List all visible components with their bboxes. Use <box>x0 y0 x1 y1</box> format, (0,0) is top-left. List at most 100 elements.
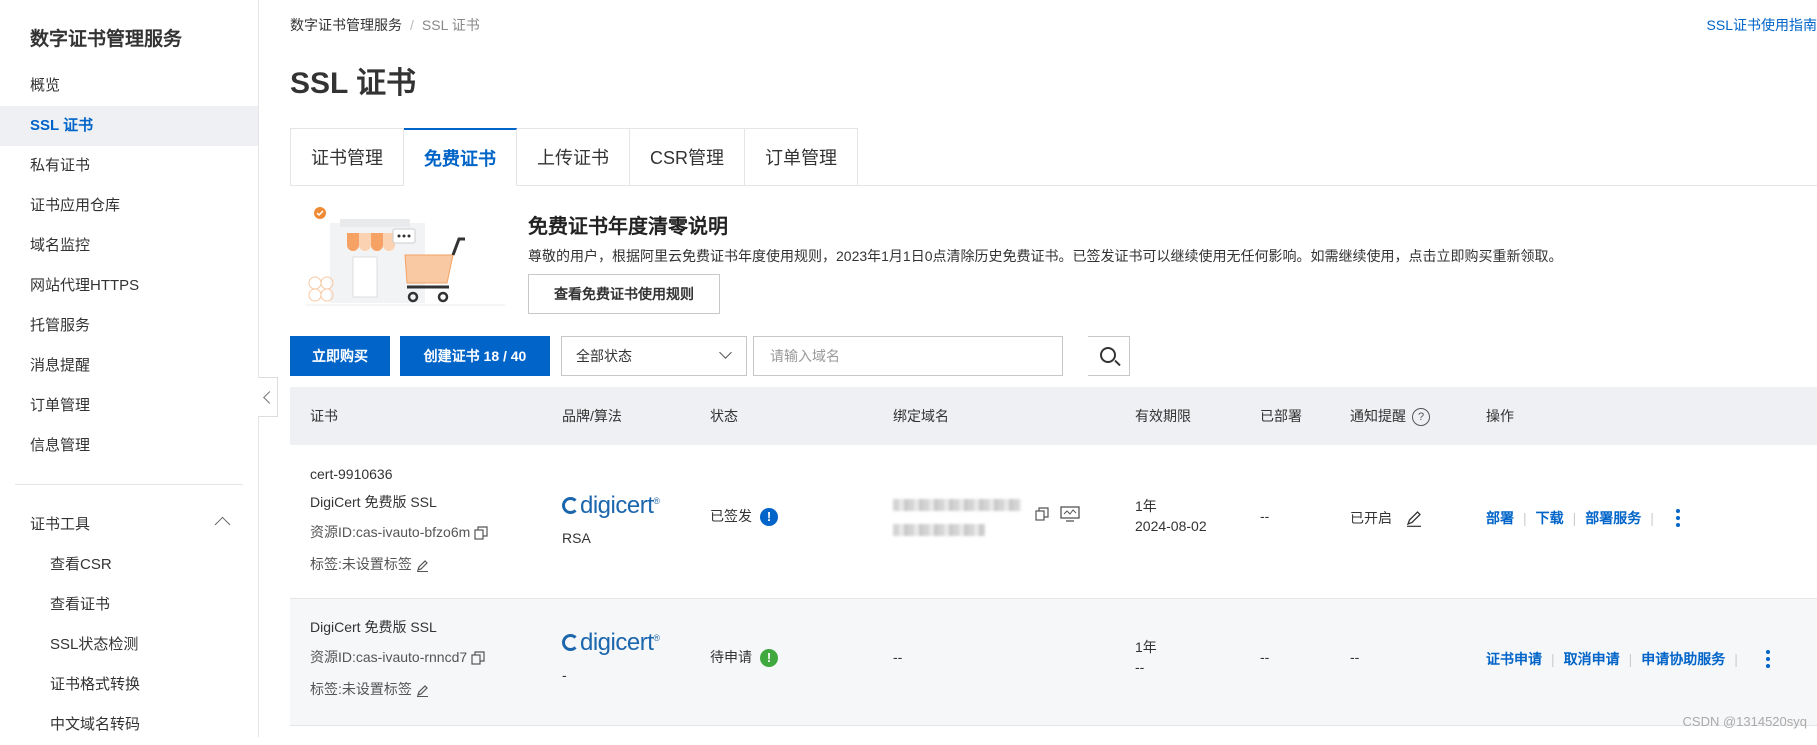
monitor-icon[interactable] <box>1060 506 1080 522</box>
info-icon[interactable]: ! <box>760 508 778 527</box>
edit-icon[interactable] <box>416 559 429 572</box>
edit-icon[interactable] <box>416 684 429 697</box>
download-link[interactable]: 下载 <box>1536 510 1564 526</box>
col-notify: 通知提醒? <box>1350 387 1430 445</box>
cert-product: DigiCert 免费版 SSL <box>310 494 437 510</box>
sidebar-group-label: 证书工具 <box>30 516 91 533</box>
ssl-guide-link[interactable]: SSL证书使用指南 <box>1707 15 1817 35</box>
shop-cart-illustration <box>305 207 505 306</box>
tab-cert-management[interactable]: 证书管理 <box>290 128 404 186</box>
notify-status: 已开启 <box>1350 510 1392 526</box>
sidebar-item-notifications[interactable]: 消息提醒 <box>0 346 258 386</box>
sidebar-item-overview[interactable]: 概览 <box>0 66 258 106</box>
tag-row[interactable]: 标签:未设置标签 <box>310 679 429 699</box>
table-row: DigiCert 免费版 SSL 资源ID:cas-ivauto-rnncd7 … <box>290 599 1817 726</box>
status-select[interactable]: 全部状态 <box>561 336 747 376</box>
validity-period: 1年 <box>1135 639 1157 655</box>
warning-icon[interactable]: ! <box>760 649 778 668</box>
deploy-service-link[interactable]: 部署服务 <box>1585 510 1641 526</box>
expiry-date: 2024-08-02 <box>1135 518 1207 534</box>
tab-order-management[interactable]: 订单管理 <box>745 128 859 186</box>
view-rules-button[interactable]: 查看免费证书使用规则 <box>528 274 720 314</box>
cert-product: DigiCert 免费版 SSL <box>310 619 437 635</box>
table-header: 证书 品牌/算法 状态 绑定域名 有效期限 已部署 通知提醒? 操作 <box>290 387 1817 445</box>
sidebar-collapse-button[interactable] <box>258 377 278 417</box>
sidebar-item-managed-service[interactable]: 托管服务 <box>0 306 258 346</box>
banner-text: 尊敬的用户，根据阿里云免费证书年度使用规则，2023年1月1日0点清除历史免费证… <box>528 248 1563 264</box>
col-deployed: 已部署 <box>1260 408 1302 424</box>
domain-search-input[interactable] <box>753 336 1063 376</box>
sidebar-title: 数字证书管理服务 <box>30 29 183 50</box>
expiry-date: -- <box>1135 659 1145 675</box>
deploy-link[interactable]: 部署 <box>1486 510 1514 526</box>
tab-csr-management[interactable]: CSR管理 <box>630 128 746 186</box>
apply-assist-link[interactable]: 申请协助服务 <box>1641 651 1725 667</box>
blurred-domain <box>893 524 985 536</box>
row-actions: 部署 | 下载 | 部署服务 | <box>1486 510 1654 526</box>
deployed-count: -- <box>1260 649 1270 665</box>
resource-id: 资源ID:cas-ivauto-rnncd7 <box>310 649 468 665</box>
brand-name: digicert <box>580 492 654 519</box>
resource-id: 资源ID:cas-ivauto-bfzo6m <box>310 524 471 540</box>
breadcrumb-separator: / <box>410 17 414 33</box>
sidebar-item-info[interactable]: 信息管理 <box>0 426 258 466</box>
sidebar-item-ssl-check[interactable]: SSL状态检测 <box>0 625 258 665</box>
validity-period: 1年 <box>1135 498 1157 514</box>
page-title: SSL 证书 <box>290 67 417 100</box>
blurred-domain <box>893 499 1021 511</box>
chevron-up-icon <box>214 516 231 533</box>
copy-icon[interactable] <box>1035 507 1049 521</box>
brand-logo: digicert® <box>562 629 660 657</box>
sidebar: 数字证书管理服务 概览 SSL 证书 私有证书 证书应用仓库 域名监控 网站代理… <box>0 0 259 737</box>
breadcrumb-current: SSL 证书 <box>421 17 480 33</box>
sidebar-item-orders[interactable]: 订单管理 <box>0 386 258 426</box>
bound-domain <box>893 498 1021 539</box>
sidebar-divider <box>15 484 243 485</box>
more-options-icon[interactable] <box>1766 650 1770 671</box>
tag-label: 标签:未设置标签 <box>310 681 412 697</box>
tab-upload-cert[interactable]: 上传证书 <box>517 128 630 186</box>
sidebar-item-ssl-cert[interactable]: SSL 证书 <box>0 106 258 146</box>
sidebar-item-proxy-https[interactable]: 网站代理HTTPS <box>0 266 258 306</box>
notify-status: -- <box>1350 649 1360 665</box>
cancel-apply-link[interactable]: 取消申请 <box>1564 651 1620 667</box>
sidebar-item-private-cert[interactable]: 私有证书 <box>0 146 258 186</box>
sidebar-item-idn-convert[interactable]: 中文域名转码 <box>0 705 258 745</box>
col-ops: 操作 <box>1486 408 1514 424</box>
sidebar-item-view-cert[interactable]: 查看证书 <box>0 585 258 625</box>
status-select-value: 全部状态 <box>576 348 632 364</box>
help-icon[interactable]: ? <box>1412 408 1430 427</box>
status-cell: 待申请! <box>710 647 778 668</box>
copy-icon[interactable] <box>471 651 485 665</box>
brand-logo: digicert® <box>562 492 660 520</box>
sidebar-item-format-convert[interactable]: 证书格式转换 <box>0 665 258 705</box>
apply-cert-link[interactable]: 证书申请 <box>1486 651 1542 667</box>
row-actions: 证书申请 | 取消申请 | 申请协助服务 | <box>1486 651 1738 667</box>
breadcrumb-root[interactable]: 数字证书管理服务 <box>290 17 402 33</box>
tab-free-cert[interactable]: 免费证书 <box>404 128 517 186</box>
bound-domain: -- <box>893 649 903 665</box>
col-status: 状态 <box>710 408 738 424</box>
tab-bar: 证书管理 免费证书 上传证书 CSR管理 订单管理 <box>290 128 859 186</box>
more-options-icon[interactable] <box>1676 509 1680 530</box>
tag-row[interactable]: 标签:未设置标签 <box>310 554 429 574</box>
status-text: 待申请 <box>710 649 752 665</box>
col-validity: 有效期限 <box>1135 408 1191 424</box>
create-cert-button[interactable]: 创建证书 18 / 40 <box>400 336 550 376</box>
resource-id-row: 资源ID:cas-ivauto-rnncd7 <box>310 647 485 667</box>
watermark: CSDN @1314520syq <box>1682 714 1807 729</box>
resource-id-row: 资源ID:cas-ivauto-bfzo6m <box>310 522 488 542</box>
table-row: cert-9910636 DigiCert 免费版 SSL 资源ID:cas-i… <box>290 446 1817 599</box>
search-button[interactable] <box>1088 336 1130 376</box>
search-icon <box>1100 347 1116 363</box>
sidebar-item-view-csr[interactable]: 查看CSR <box>0 545 258 585</box>
edit-icon[interactable] <box>1406 511 1422 528</box>
chevron-down-icon <box>719 346 732 359</box>
copy-icon[interactable] <box>474 526 488 540</box>
sidebar-group-cert-tools[interactable]: 证书工具 <box>0 505 258 545</box>
col-notify-label: 通知提醒 <box>1350 408 1406 424</box>
breadcrumb: 数字证书管理服务 / SSL 证书 <box>290 15 480 35</box>
buy-now-button[interactable]: 立即购买 <box>290 336 390 376</box>
sidebar-item-cert-repo[interactable]: 证书应用仓库 <box>0 186 258 226</box>
sidebar-item-domain-monitor[interactable]: 域名监控 <box>0 226 258 266</box>
